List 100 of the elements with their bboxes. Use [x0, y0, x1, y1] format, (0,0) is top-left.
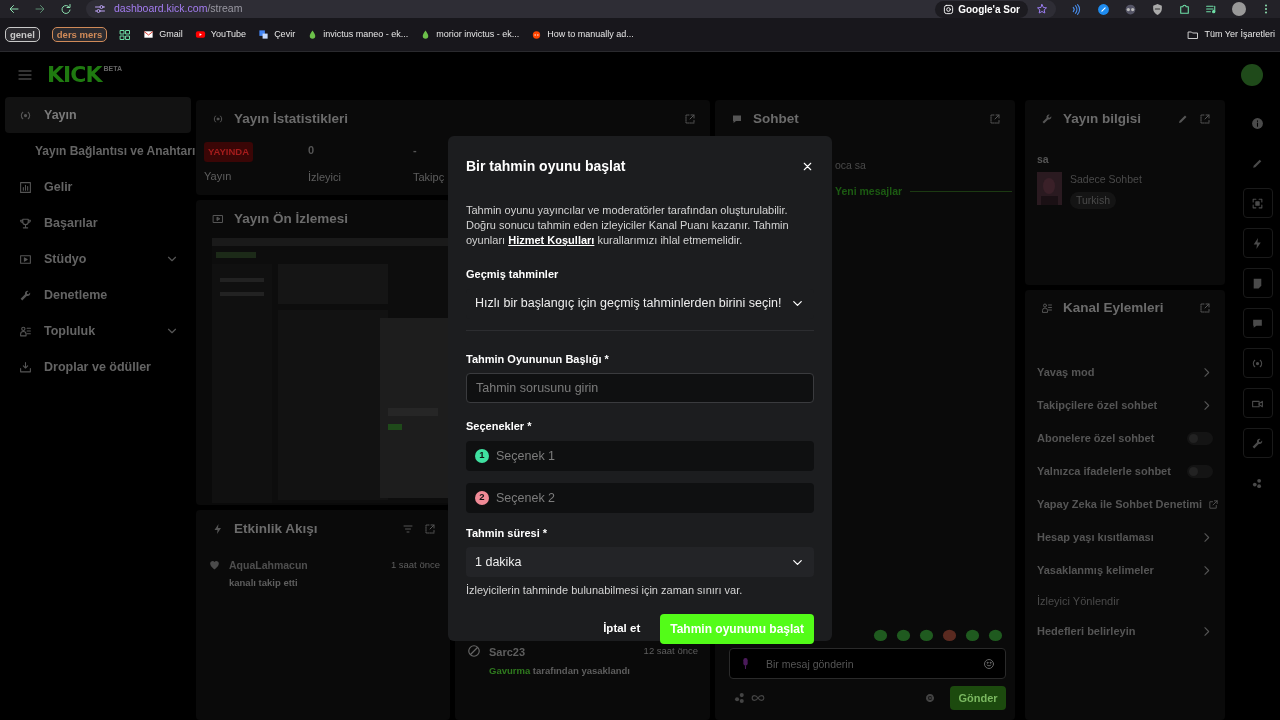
stat-label: Takipç	[413, 169, 446, 185]
reload-icon[interactable]	[60, 3, 72, 15]
question-field[interactable]: Tahmin sorusunu girin	[466, 373, 814, 403]
play-icon	[194, 29, 206, 40]
sidebar-item[interactable]: Yayın	[5, 97, 191, 133]
sidebar-item[interactable]: Gelir	[5, 169, 191, 205]
rail-button[interactable]	[1242, 188, 1273, 218]
mail-icon	[143, 29, 155, 40]
close-button[interactable]	[801, 160, 814, 173]
sidebar-item[interactable]: Topluluk	[5, 313, 191, 349]
sound-waves-icon[interactable]	[1070, 2, 1083, 16]
action-item[interactable]: Hedefleri belirleyin	[1025, 615, 1225, 648]
action-item[interactable]: Hesap yaşı kısıtlaması	[1025, 521, 1225, 554]
log-action: Gavurma tarafından yasaklandı	[489, 663, 631, 678]
expand-icon[interactable]	[1199, 302, 1211, 314]
expand-icon[interactable]	[684, 113, 696, 125]
category-link[interactable]: Sadece Sohbet	[1070, 171, 1142, 188]
bookmark-link[interactable]: morior invictus - ek...	[420, 27, 520, 42]
bookmark-link[interactable]: invictus maneo - ek...	[307, 27, 409, 42]
stat-label: İzleyici	[308, 169, 342, 185]
rail-button[interactable]	[1242, 428, 1273, 458]
sidebar-item[interactable]: Droplar ve ödüller	[5, 349, 191, 385]
bookmark-star-icon[interactable]	[1036, 3, 1048, 15]
expand-icon[interactable]	[424, 523, 436, 535]
sidebar-item[interactable]: Denetleme	[5, 277, 191, 313]
emote-icon[interactable]	[896, 627, 911, 642]
glasses-icon[interactable]	[1124, 2, 1137, 16]
bookmark-link[interactable]: How to manually ad...	[531, 27, 634, 42]
stat-value: -	[413, 143, 418, 158]
dots-icon[interactable]	[1251, 476, 1264, 490]
broadcast-icon	[212, 113, 224, 125]
ask-button[interactable]: Google'a Sor	[935, 0, 1028, 18]
sidebar-item[interactable]: Başarılar	[5, 205, 191, 241]
user-avatar[interactable]	[1241, 63, 1263, 86]
action-item[interactable]: Yalnızca ifadelerle sohbet	[1025, 455, 1225, 488]
field-label: Tahmin Oyununun Başlığı *	[466, 351, 610, 367]
bookmark-folder-chip[interactable]: ders mers	[51, 27, 108, 42]
duration-dropdown[interactable]: 1 dakika	[466, 547, 814, 577]
puzzle-icon[interactable]	[1178, 2, 1191, 16]
rail-button[interactable]	[1242, 308, 1273, 338]
back-icon[interactable]	[8, 3, 20, 15]
bookmark-link[interactable]: YouTube	[194, 27, 247, 42]
forward-icon[interactable]	[34, 3, 46, 15]
circle-extension-icon[interactable]	[1097, 2, 1110, 16]
toggle-switch[interactable]	[1187, 465, 1213, 478]
bookmarks-folder[interactable]: Tüm Yer İşaretleri	[1187, 27, 1275, 42]
apps-grid-icon[interactable]	[119, 28, 132, 41]
emote-icon[interactable]	[988, 627, 1003, 642]
address-bar[interactable]: dashboard.kick.com/stream	[114, 1, 243, 17]
video-icon	[212, 213, 224, 225]
pencil-icon[interactable]	[1177, 113, 1189, 125]
toggle-switch[interactable]	[1187, 432, 1213, 445]
expand-icon[interactable]	[1199, 113, 1211, 125]
profile-avatar[interactable]	[1232, 2, 1246, 16]
site-settings-icon[interactable]	[94, 3, 106, 15]
filter-icon[interactable]	[402, 523, 414, 535]
lightning-icon	[1251, 236, 1264, 250]
expand-icon[interactable]	[989, 113, 1001, 125]
panel-title: Yayın İstatistikleri	[234, 109, 350, 128]
event-user: AquaLahmacun	[229, 558, 309, 573]
external-link-icon	[1208, 499, 1220, 510]
logo[interactable]: KICK	[47, 63, 102, 86]
message-field[interactable]: Bir mesaj gönderin	[729, 648, 1006, 679]
emote-icon[interactable]	[919, 627, 934, 642]
field-label: Geçmiş tahminler	[466, 267, 560, 282]
dots-icon[interactable]	[733, 691, 747, 705]
emote-icon[interactable]	[965, 627, 980, 642]
emote-icon[interactable]	[942, 627, 957, 642]
rail-button[interactable]	[1242, 228, 1273, 258]
trophy-icon	[19, 216, 32, 230]
shield-icon[interactable]	[1151, 2, 1164, 16]
close-icon	[801, 160, 814, 173]
bookmark-link[interactable]: Çevir	[258, 27, 296, 42]
settings-icon[interactable]	[924, 692, 936, 704]
live-badge: YAYINDA	[204, 142, 253, 163]
field-label: Tahmin süresi *	[466, 525, 549, 541]
action-item[interactable]: Takipçilere özel sohbet	[1025, 389, 1225, 422]
emoji-icon[interactable]	[983, 658, 995, 670]
cancel-button[interactable]: İptal et	[597, 613, 647, 644]
action-item[interactable]: Yapay Zeka ile Sohbet Denetimi	[1025, 488, 1225, 521]
focus-frame-icon	[1251, 196, 1264, 210]
sidebar-item[interactable]: Stüdyo	[5, 241, 191, 277]
translate-icon	[258, 29, 270, 40]
people-icon	[19, 324, 32, 338]
terms-link[interactable]: Hizmet Koşulları	[508, 234, 595, 246]
send-button[interactable]: Gönder	[950, 686, 1006, 710]
emote-icon[interactable]	[873, 627, 888, 642]
rail-button[interactable]	[1242, 268, 1273, 298]
rail-button[interactable]	[1242, 388, 1273, 418]
action-item[interactable]: Yasaklanmış kelimeler	[1025, 554, 1225, 587]
bookmark-link[interactable]: Gmail	[143, 27, 183, 42]
panel-title: Sohbet	[753, 109, 800, 128]
description: Tahmin oyunu yayıncılar ve moderatörler tarafından oluşturulabilir. Doğru sonucu tahmin eden izleyiciler Kanal Puanı kazanır. Tahmin oyunları Hizmet Koşulları kurallarımızı ihlal etmemelidir.	[466, 203, 790, 248]
bookmark-folder-chip[interactable]: genel	[5, 27, 40, 42]
rail-button[interactable]	[1242, 348, 1273, 378]
event-time: 1 saat önce	[390, 558, 440, 572]
action-item[interactable]: Abonelere özel sohbet	[1025, 422, 1225, 455]
action-item[interactable]: Yavaş mod	[1025, 356, 1225, 389]
panel-title: Yayın Ön İzlemesi	[234, 209, 350, 228]
info-icon[interactable]	[1251, 116, 1264, 130]
